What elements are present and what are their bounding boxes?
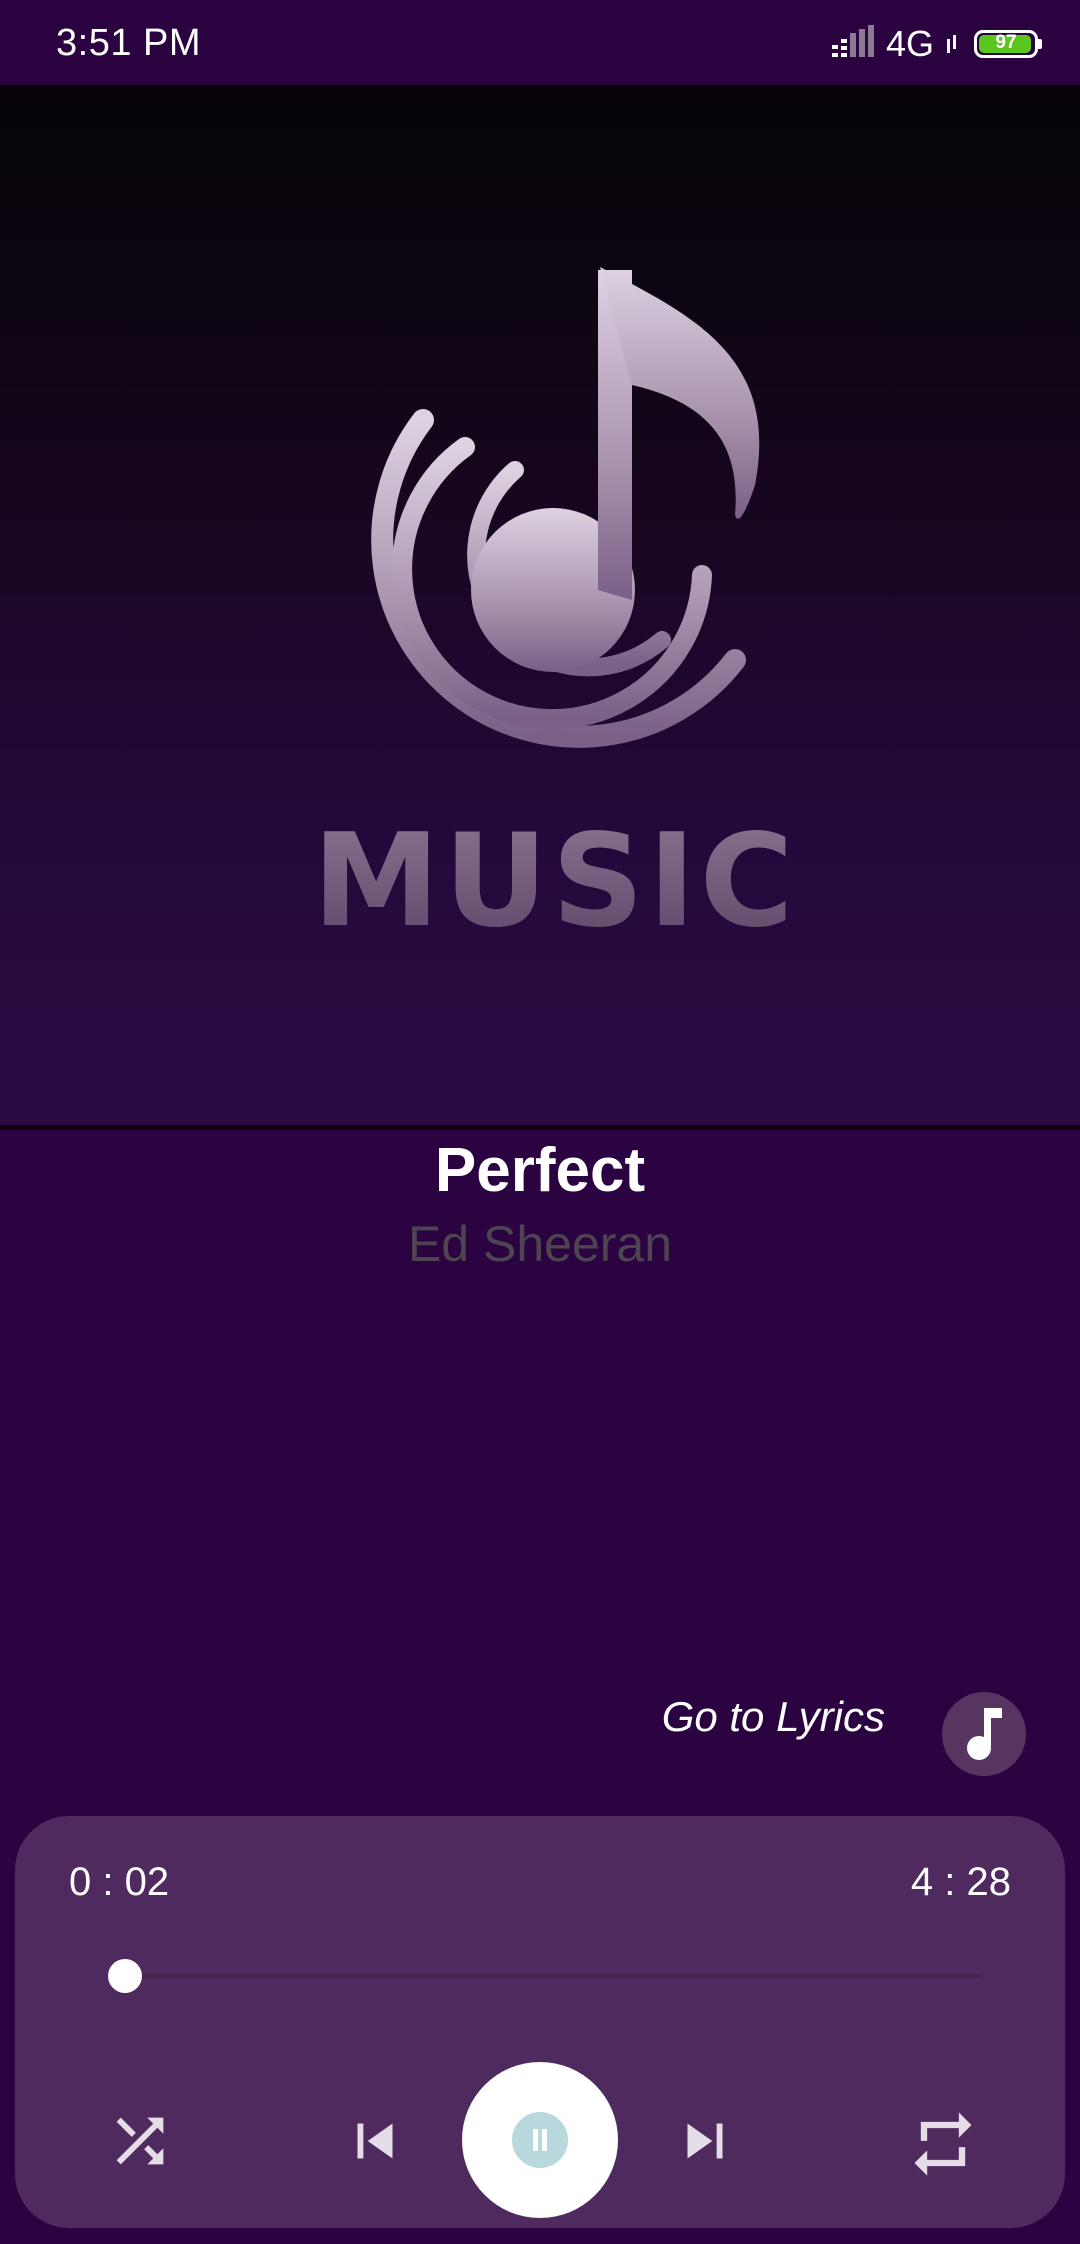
total-time: 4 : 28 (910, 1860, 1011, 1904)
status-time: 3:51 PM (56, 22, 202, 64)
track-title: Perfect (434, 1136, 646, 1205)
player-controls-panel: 0 : 02 4 : 28 (15, 1816, 1065, 2228)
pause-icon (512, 2112, 568, 2168)
seek-thumb[interactable] (107, 1959, 142, 1993)
shuffle-icon (116, 2117, 164, 2165)
elapsed-time: 0 : 02 (69, 1860, 170, 1904)
repeat-icon (914, 2112, 972, 2176)
album-art-text: MUSIC (312, 807, 797, 956)
status-bar: 3:51 PM 4G 97 (0, 0, 1080, 85)
go-to-lyrics-link[interactable]: Go to Lyrics (662, 1693, 885, 1741)
track-artist: Ed Sheeran (407, 1216, 673, 1272)
music-player-screen: 3:51 PM 4G 97 MUSIC Perfect Ed Sheeran G… (0, 0, 1080, 2244)
repeat-button[interactable] (905, 2106, 981, 2182)
battery-icon: 97 (974, 30, 1042, 58)
seek-bar[interactable] (118, 1974, 982, 1978)
status-indicators: 4G 97 (831, 22, 1042, 66)
network-type: 4G (885, 23, 934, 64)
pause-button[interactable] (462, 2062, 618, 2218)
music-note-icon (967, 1708, 1002, 1760)
signal-icon (831, 24, 874, 64)
previous-button[interactable] (340, 2106, 410, 2176)
lyrics-button[interactable] (942, 1692, 1026, 1776)
shuffle-button[interactable] (105, 2106, 175, 2176)
previous-icon (357, 2123, 393, 2159)
battery-nub (1038, 39, 1042, 49)
data-activity-icon (946, 31, 958, 58)
battery-percent: 97 (995, 32, 1017, 53)
music-logo: MUSIC (312, 267, 797, 956)
divider (0, 1125, 1080, 1130)
next-icon (687, 2123, 723, 2159)
next-button[interactable] (670, 2106, 740, 2176)
album-art: MUSIC (0, 85, 1080, 1125)
